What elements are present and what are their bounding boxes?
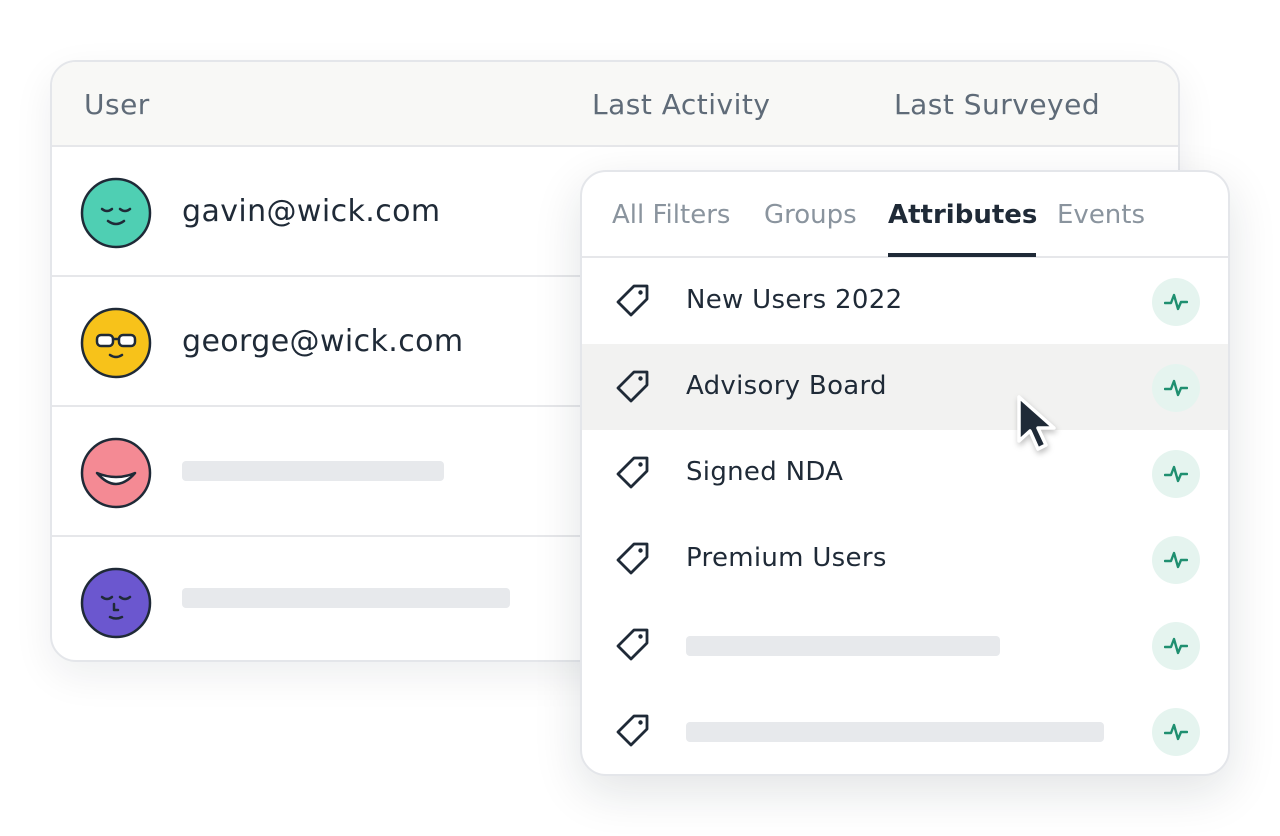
column-header-last-activity[interactable]: Last Activity — [592, 88, 770, 121]
tag-icon — [614, 454, 652, 492]
column-header-user[interactable]: User — [84, 88, 150, 121]
pulse-icon[interactable] — [1152, 364, 1200, 412]
tab-events[interactable]: Events — [1057, 200, 1145, 230]
pulse-icon[interactable] — [1152, 622, 1200, 670]
user-email: gavin@wick.com — [182, 194, 441, 229]
attribute-item[interactable] — [582, 602, 1228, 688]
attribute-label: New Users 2022 — [686, 285, 903, 315]
sunglasses-face-icon — [80, 307, 152, 379]
attribute-label: Advisory Board — [686, 371, 887, 401]
column-header-last-surveyed[interactable]: Last Surveyed — [894, 88, 1100, 121]
attribute-item[interactable]: New Users 2022 — [582, 258, 1228, 344]
attribute-label: Premium Users — [686, 543, 887, 573]
pulse-icon[interactable] — [1152, 450, 1200, 498]
tag-icon — [614, 368, 652, 406]
smile-face-icon — [80, 177, 152, 249]
mouse-pointer-icon — [1014, 393, 1066, 457]
attribute-label: Signed NDA — [686, 457, 844, 487]
attribute-item[interactable]: Advisory Board — [582, 344, 1228, 430]
active-tab-indicator — [888, 253, 1036, 257]
user-email: george@wick.com — [182, 324, 464, 359]
pulse-icon[interactable] — [1152, 278, 1200, 326]
tag-icon — [614, 540, 652, 578]
filter-tabs: All Filters Groups Attributes Events — [582, 172, 1228, 258]
attribute-item[interactable]: Signed NDA — [582, 430, 1228, 516]
tag-icon — [614, 282, 652, 320]
tag-icon — [614, 712, 652, 750]
attribute-placeholder — [686, 722, 1104, 742]
table-header: User Last Activity Last Surveyed — [52, 62, 1178, 147]
attribute-placeholder — [686, 636, 1000, 656]
sleepy-face-icon — [80, 567, 152, 639]
pulse-icon[interactable] — [1152, 536, 1200, 584]
tab-all-filters[interactable]: All Filters — [612, 200, 730, 230]
tag-icon — [614, 626, 652, 664]
email-placeholder — [182, 588, 510, 608]
tab-attributes[interactable]: Attributes — [888, 200, 1037, 230]
attribute-item[interactable] — [582, 688, 1228, 774]
filter-dropdown: All Filters Groups Attributes Events New… — [580, 170, 1230, 776]
grin-face-icon — [80, 437, 152, 509]
attribute-item[interactable]: Premium Users — [582, 516, 1228, 602]
tab-groups[interactable]: Groups — [764, 200, 857, 230]
email-placeholder — [182, 461, 444, 481]
pulse-icon[interactable] — [1152, 708, 1200, 756]
